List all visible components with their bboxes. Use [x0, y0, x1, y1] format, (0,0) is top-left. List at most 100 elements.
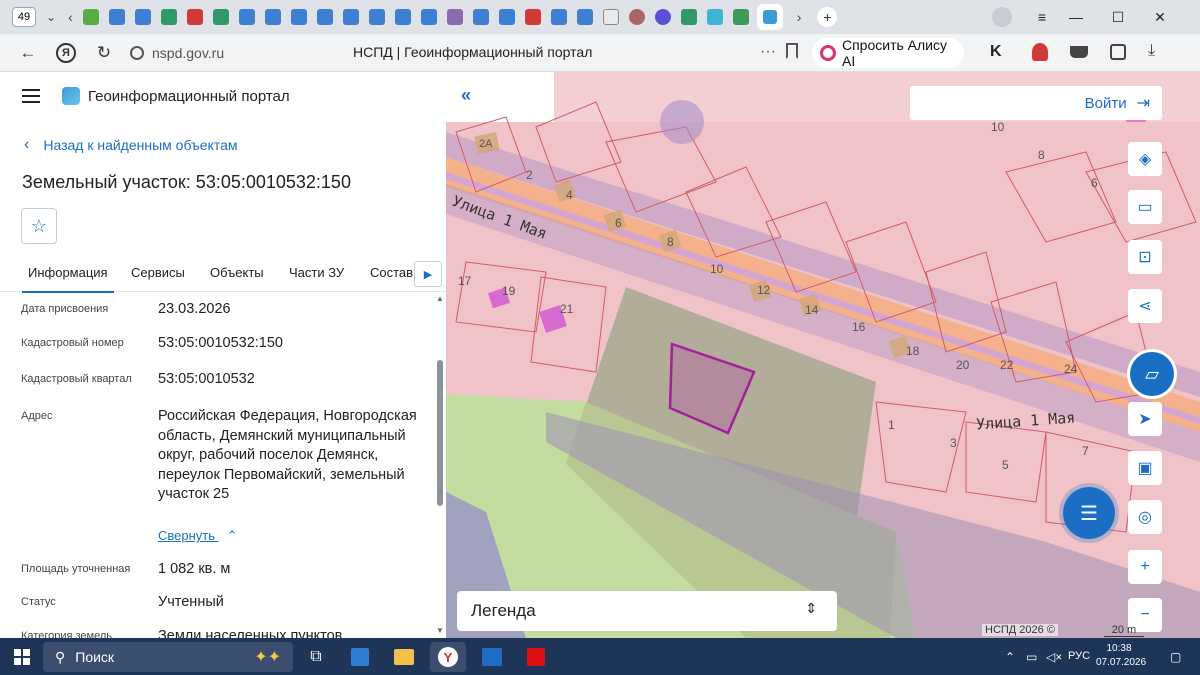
language-indicator[interactable]: РУС — [1068, 650, 1090, 662]
tab-parcel-parts[interactable]: Части ЗУ — [289, 265, 344, 280]
panel-scrollbar[interactable] — [437, 360, 443, 506]
tab-favicon[interactable] — [316, 9, 333, 25]
profile-avatar[interactable] — [992, 7, 1012, 27]
minimap-button[interactable]: ▣ — [1128, 451, 1162, 485]
alice-label: Спросить Алису AI — [841, 37, 947, 69]
tab-objects[interactable]: Объекты — [210, 265, 264, 280]
parcel-number: 16 — [852, 320, 866, 334]
taskbar-app-acrobat[interactable] — [518, 642, 554, 672]
collapse-panel-button[interactable]: « — [448, 77, 484, 113]
extension-icon[interactable]: K — [990, 43, 1010, 63]
chat-button[interactable]: ☰ — [1063, 487, 1115, 539]
site-info-icon[interactable] — [130, 45, 144, 60]
extension-icon[interactable] — [1032, 43, 1048, 61]
tab-favicon[interactable] — [602, 9, 619, 25]
tab-favicon[interactable] — [342, 9, 359, 25]
tab-favicon[interactable] — [420, 9, 437, 25]
download-icon[interactable]: ⤓ — [1148, 42, 1155, 60]
back-to-results-link[interactable]: ‹ Назад к найденным объектам — [24, 136, 238, 154]
tab-favicon[interactable] — [290, 9, 307, 25]
tab-favicon[interactable] — [628, 9, 645, 25]
favorite-button[interactable]: ☆ — [21, 208, 57, 244]
tab-favicon[interactable] — [108, 9, 125, 25]
map-copyright: НСПД 2026 © — [982, 624, 1058, 636]
hamburger-menu-icon[interactable] — [22, 89, 40, 103]
parcel-number: 10 — [710, 262, 724, 276]
tab-favicon[interactable] — [160, 9, 177, 25]
tab-favicon[interactable] — [706, 9, 723, 25]
tab-favicon[interactable] — [368, 9, 385, 25]
extensions-icon[interactable] — [1110, 44, 1126, 60]
tab-favicon[interactable] — [82, 9, 99, 25]
tab-information[interactable]: Информация — [22, 265, 114, 293]
yandex-icon[interactable]: Я — [56, 42, 76, 63]
network-icon[interactable]: ▭ — [1026, 650, 1037, 664]
bookmark-icon[interactable] — [786, 43, 798, 59]
tab-favicon[interactable] — [732, 9, 749, 25]
taskbar-app-yandex-browser[interactable]: Y — [430, 642, 466, 672]
taskbar-search[interactable]: ⚲ Поиск ✦✦ — [43, 642, 293, 672]
reload-icon[interactable]: ↻ — [94, 43, 114, 63]
tab-favicon[interactable] — [680, 9, 697, 25]
locate-button[interactable]: ➤ — [1128, 402, 1162, 436]
geolocation-button[interactable]: ◎ — [1128, 500, 1162, 534]
chevron-down-icon[interactable]: ⌄ — [46, 10, 56, 24]
tab-favicon[interactable] — [134, 9, 151, 25]
collapse-address-link[interactable]: Свернуть ⌃ — [158, 528, 238, 544]
folder-icon — [394, 649, 414, 665]
parcel-number: 18 — [906, 344, 920, 358]
tab-favicon[interactable] — [394, 9, 411, 25]
login-button[interactable]: Войти ⇥ — [910, 86, 1162, 120]
tab-favicon[interactable] — [264, 9, 281, 25]
notifications-icon[interactable]: ▢ — [1170, 650, 1181, 664]
measure-button[interactable]: ▭ — [1128, 190, 1162, 224]
tab-favicon[interactable] — [576, 9, 593, 25]
scroll-up-icon[interactable]: ▲ — [436, 294, 444, 303]
tab-favicon[interactable] — [238, 9, 255, 25]
start-button[interactable] — [0, 638, 44, 675]
new-tab-icon[interactable]: + — [817, 7, 838, 27]
alice-button[interactable]: Спросить Алису AI — [812, 37, 964, 69]
more-icon[interactable]: ··· — [760, 43, 776, 61]
taskbar-app-store[interactable] — [342, 642, 378, 672]
tab-favicon[interactable] — [472, 9, 489, 25]
close-icon[interactable]: ✕ — [1140, 0, 1180, 34]
assistant-button[interactable]: ▱ — [1130, 352, 1174, 396]
cadastral-map[interactable] — [446, 72, 1200, 638]
tab-favicon[interactable] — [524, 9, 541, 25]
tab-favicon[interactable] — [654, 9, 671, 25]
maximize-icon[interactable]: ☐ — [1098, 0, 1138, 34]
chevron-left-icon[interactable]: ‹ — [68, 9, 73, 25]
minus-icon: − — [1140, 606, 1150, 623]
collapse-label: Свернуть — [158, 528, 216, 543]
system-clock[interactable]: 10:38 07.07.2026 — [1096, 642, 1146, 670]
url-text[interactable]: nspd.gov.ru — [152, 45, 224, 61]
tab-favicon[interactable] — [186, 9, 203, 25]
taskbar-app-outlook[interactable] — [474, 642, 510, 672]
layers-button[interactable]: ◈ — [1128, 142, 1162, 176]
tab-count-badge[interactable]: 49 — [12, 7, 36, 27]
legend-dropdown[interactable]: Легенда ⇕ — [457, 591, 837, 631]
tab-favicon[interactable] — [446, 9, 463, 25]
tab-services[interactable]: Сервисы — [131, 265, 185, 280]
tab-favicon[interactable] — [212, 9, 229, 25]
tab-favicon[interactable] — [550, 9, 567, 25]
tab-favicon[interactable] — [498, 9, 515, 25]
tab-composition[interactable]: Состав — [370, 265, 413, 280]
active-tab[interactable] — [756, 4, 783, 30]
back-arrow-icon[interactable]: ← — [18, 43, 38, 63]
page-title: НСПД | Геоинформационный портал — [353, 44, 593, 60]
chevron-up-icon[interactable]: ⌃ — [1005, 650, 1015, 664]
tabs-scroll-right-button[interactable]: ▶ — [414, 261, 442, 287]
minimize-icon[interactable]: — — [1056, 0, 1096, 34]
zoom-in-button[interactable]: + — [1128, 550, 1162, 584]
taskbar-app-explorer[interactable] — [386, 642, 422, 672]
select-area-button[interactable]: ⊡ — [1128, 240, 1162, 274]
chevron-right-icon[interactable]: › — [797, 9, 802, 25]
scroll-down-icon[interactable]: ▼ — [436, 626, 444, 635]
task-view-button[interactable]: ⧉ — [298, 642, 334, 672]
extension-icon[interactable] — [1070, 46, 1088, 58]
map-canvas[interactable]: Улица 1 Мая Улица 1 Мая 2А 2 4 6 8 10 12… — [446, 72, 1200, 638]
volume-muted-icon[interactable]: ◁× — [1046, 650, 1062, 664]
share-button[interactable]: ⋖ — [1128, 289, 1162, 323]
